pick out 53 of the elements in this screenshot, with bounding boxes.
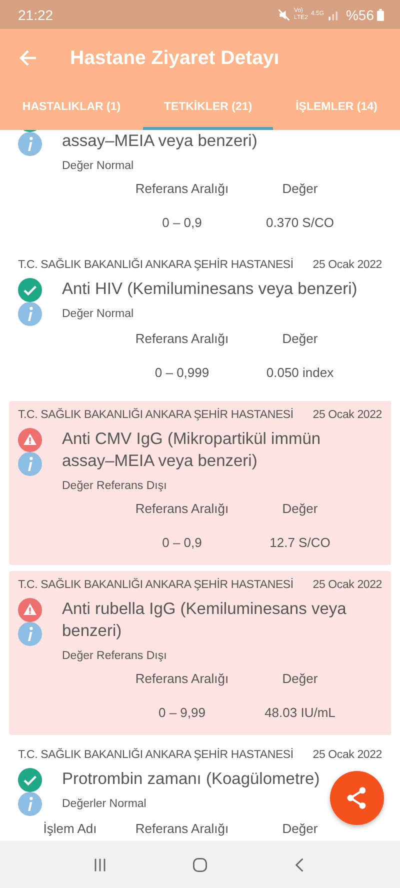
column-header: Değer	[281, 500, 319, 518]
mute-icon	[277, 8, 292, 22]
result-value: 12.7 S/CO	[268, 534, 332, 552]
result-date: 25 Ocak 2022	[312, 258, 382, 273]
column-header: Referans Aralığı	[134, 330, 230, 348]
info-icon[interactable]	[18, 792, 42, 816]
status-time: 21:22	[18, 6, 54, 22]
info-icon[interactable]	[18, 452, 42, 476]
column-header: Değer	[281, 670, 319, 688]
column-header: Değer	[281, 330, 319, 348]
result-status: Değer Referans Dışı	[62, 479, 167, 494]
tab[interactable]: İŞLEMLER (14)	[273, 87, 400, 130]
result-date: 25 Ocak 2022	[312, 408, 382, 423]
result-value: 0.050 index	[265, 364, 335, 382]
result-status: Değer Normal	[62, 159, 134, 174]
result-status: Değerler Normal	[62, 797, 146, 812]
test-name: Anti HIV (Kemiluminesans veya benzeri)	[62, 279, 358, 300]
result-status: Değer Normal	[62, 307, 134, 322]
column-header: Referans Aralığı	[134, 670, 230, 688]
column-header: Referans Aralığı	[134, 820, 230, 838]
battery-level: %56	[346, 6, 374, 22]
result-status: Değer Referans Dışı	[62, 649, 167, 664]
tab[interactable]: HASTALIKLAR (1)	[0, 87, 143, 130]
info-icon[interactable]	[18, 132, 42, 156]
result-value: 0.370 S/CO	[265, 214, 335, 232]
result-date: 25 Ocak 2022	[312, 748, 382, 763]
battery-icon	[377, 8, 384, 20]
column-header: İşlem Adı	[42, 820, 98, 838]
test-name: Anti rubella IgG (Kemiluminesans veya benzeri)	[62, 599, 348, 642]
home-icon[interactable]	[191, 856, 209, 874]
column-header: Referans Aralığı	[134, 180, 230, 198]
reference-range: 0 – 9,99	[158, 704, 206, 722]
test-name: Anti CMV IgG (Mikropartikül immün assay–MEIA veya benzeri)	[62, 429, 322, 472]
screen-title: Hastane Ziyaret Detayı	[70, 46, 280, 70]
hospital-name: T.C. SAĞLIK BAKANLIĞI ANKARA ŞEHİR HASTANESİ	[18, 407, 294, 423]
reference-range: 0 – 0,999	[154, 364, 210, 382]
test-name: assay–MEIA veya benzeri)	[62, 131, 258, 152]
result-date: 25 Ocak 2022	[312, 578, 382, 593]
reference-range: 0 – 0,9	[161, 214, 203, 232]
hospital-name: T.C. SAĞLIK BAKANLIĞI ANKARA ŞEHİR HASTANESİ	[18, 747, 294, 763]
info-icon[interactable]	[18, 302, 42, 326]
test-name: Protrombin zamanı (Koagülometre)	[62, 769, 320, 790]
reference-range: 0 – 0,9	[161, 534, 203, 552]
share-button[interactable]	[330, 771, 384, 825]
column-header: Değer	[281, 180, 319, 198]
column-header: Referans Aralığı	[134, 500, 230, 518]
info-icon[interactable]	[18, 622, 42, 646]
hospital-name: T.C. SAĞLIK BAKANLIĞI ANKARA ŞEHİR HASTANESİ	[18, 577, 294, 593]
result-value: 48.03 IU/mL	[264, 704, 336, 722]
tab[interactable]: TETKİKLER (21)	[143, 87, 273, 130]
back-arrow-icon	[18, 48, 38, 68]
column-header: Değer	[281, 820, 319, 838]
hospital-name: T.C. SAĞLIK BAKANLIĞI ANKARA ŞEHİR HASTANESİ	[18, 257, 294, 273]
